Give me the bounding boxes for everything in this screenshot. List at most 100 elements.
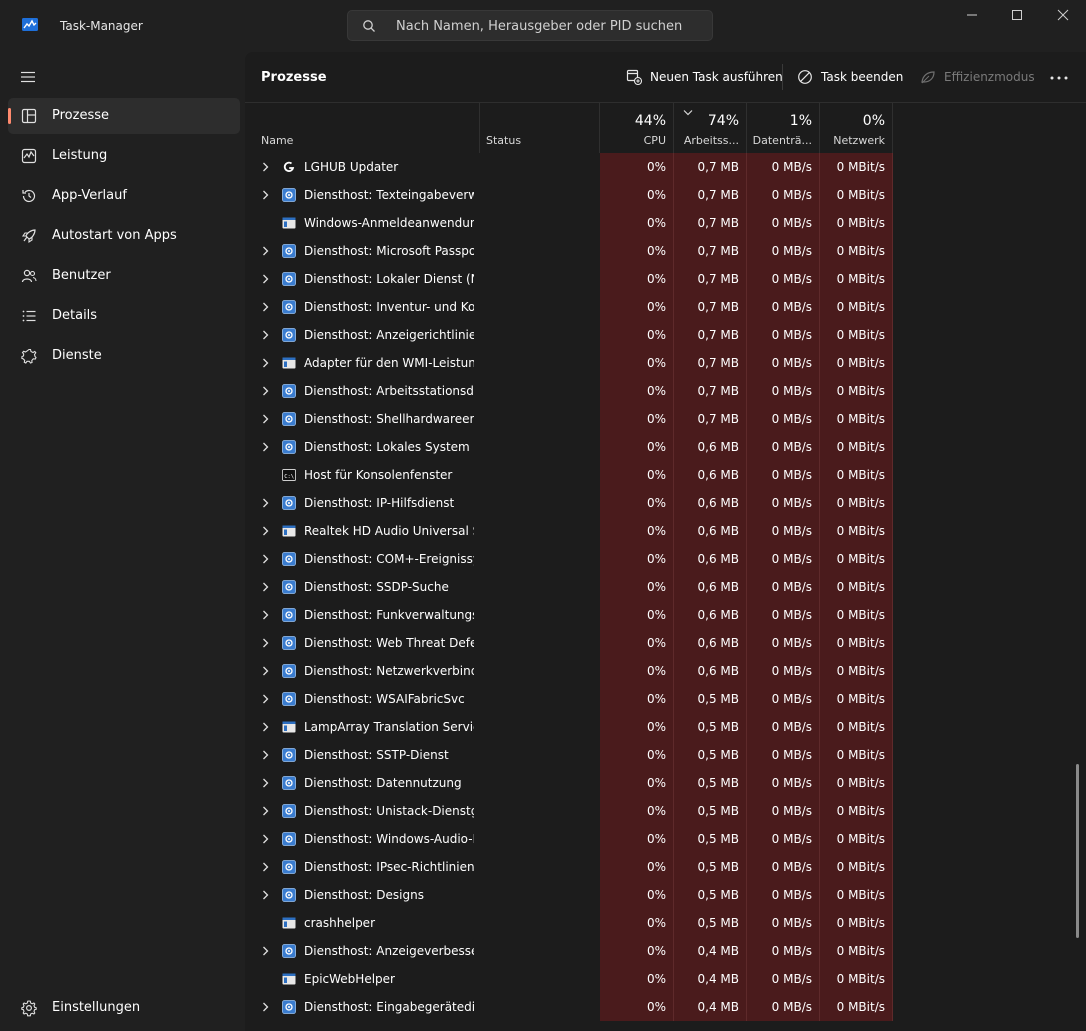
sidebar-item-benutzer[interactable]: Benutzer [8,258,240,294]
process-cpu: 0% [600,321,674,349]
chevron-right-icon[interactable] [262,778,269,788]
chevron-right-icon[interactable] [262,162,269,172]
search-input[interactable] [394,11,698,42]
process-row[interactable]: Diensthost: Designs 0% 0,5 MB 0 MB/s 0 MBit/… [245,881,1086,909]
process-row[interactable]: Diensthost: Inventur- und Ko... 0% 0,7 MB 0… [245,293,1086,321]
end-task-button[interactable]: Task beenden [797,66,903,88]
sidebar-item-app-verlauf[interactable]: App-Verlauf [8,178,240,214]
process-row[interactable]: Diensthost: Lokales System 0% 0,6 MB 0 MB/s… [245,433,1086,461]
column-header-network[interactable]: 0% Netzwerk [820,103,892,153]
process-row[interactable]: Diensthost: Unistack-Dienstgr... 0%0,5 MB… [245,797,1086,825]
efficiency-mode-button[interactable]: Effizienzmodus [920,66,1035,88]
process-network: 0 MBit/s [820,825,893,853]
sidebar-item-prozesse[interactable]: Prozesse [8,98,240,134]
settings-label: Einstellungen [52,1000,141,1015]
more-options-icon[interactable] [1050,76,1068,80]
chevron-right-icon[interactable] [262,554,269,564]
search-box[interactable] [347,10,713,42]
chevron-right-icon[interactable] [262,526,269,536]
process-status [480,377,599,405]
chevron-right-icon[interactable] [262,246,269,256]
process-row[interactable]: Diensthost: Shellhardwareerke... 0%0,7 MB… [245,405,1086,433]
process-row[interactable]: Diensthost: WSAIFabricSvc 0% 0,5 MB 0 MB/s 0… [245,685,1086,713]
chevron-right-icon[interactable] [262,890,269,900]
process-status [480,181,599,209]
process-row[interactable]: Diensthost: IPsec-Richtlinien-... 0% 0,5 M… [245,853,1086,881]
vertical-scrollbar[interactable] [1076,764,1079,938]
column-header-status[interactable]: Status [480,103,599,153]
process-cpu: 0% [600,489,674,517]
process-status [480,937,599,965]
maximize-button[interactable] [1005,6,1029,26]
chevron-right-icon[interactable] [262,442,269,452]
hamburger-menu-icon[interactable] [20,70,36,84]
process-row[interactable]: EpicWebHelper 0% 0,4 MB 0 MB/s 0 MBit/s [245,965,1086,993]
process-row[interactable]: Diensthost: SSTP-Dienst 0% 0,5 MB 0 MB/s 0 M… [245,741,1086,769]
process-cpu: 0% [600,405,674,433]
process-memory: 0,7 MB [674,321,747,349]
chevron-right-icon[interactable] [262,806,269,816]
sidebar-item-dienste[interactable]: Dienste [8,338,240,374]
process-row[interactable]: Diensthost: Anzeigeverbesseru... 0%0,4 MB… [245,937,1086,965]
process-row[interactable]: Diensthost: Web Threat Defen...0%0,6 MB0… [245,629,1086,657]
process-row[interactable]: Diensthost: COM+-Ereignissys...0%0,6 MB0… [245,545,1086,573]
chevron-right-icon[interactable] [262,694,269,704]
chevron-right-icon[interactable] [262,330,269,340]
process-row[interactable]: LampArray Translation Service 0% 0,5 MB 0 M… [245,713,1086,741]
chevron-right-icon[interactable] [262,666,269,676]
column-header-cpu[interactable]: 44% CPU [600,103,673,153]
process-row[interactable]: Diensthost: Windows-Audio-E... 0% 0,5 MB 0 … [245,825,1086,853]
chevron-right-icon[interactable] [262,722,269,732]
close-button[interactable] [1051,6,1075,26]
sidebar-item-details[interactable]: Details [8,298,240,334]
process-row[interactable]: Windows-Anmeldeanwendung 0% 0,7 MB 0 MB/s 0 … [245,209,1086,237]
process-row[interactable]: Diensthost: Lokaler Dienst (Ne... 0%0,7 M… [245,265,1086,293]
chevron-right-icon[interactable] [262,386,269,396]
process-row[interactable]: Diensthost: Texteingabeverwal... 0%0,7 MB… [245,181,1086,209]
process-row[interactable]: Diensthost: Microsoft Passport 0% 0,7 MB 0 … [245,237,1086,265]
column-header-disk[interactable]: 1% Datenträ... [747,103,819,153]
chevron-right-icon[interactable] [262,638,269,648]
process-row[interactable]: crashhelper 0% 0,5 MB 0 MB/s 0 MBit/s [245,909,1086,937]
chevron-right-icon[interactable] [262,862,269,872]
process-disk: 0 MB/s [747,769,820,797]
process-row[interactable]: Diensthost: SSDP-Suche 0% 0,6 MB 0 MB/s 0 MB… [245,573,1086,601]
chevron-right-icon[interactable] [262,274,269,284]
chevron-right-icon[interactable] [262,302,269,312]
column-header-name[interactable]: Name [245,103,479,153]
chevron-right-icon[interactable] [262,582,269,592]
process-row[interactable]: LGHUB Updater 0% 0,7 MB 0 MB/s 0 MBit/s [245,153,1086,181]
chevron-right-icon[interactable] [262,190,269,200]
chevron-right-icon[interactable] [262,1002,269,1012]
process-row[interactable]: Diensthost: Anzeigerichtlinien... 0%0,7 M… [245,321,1086,349]
process-name: LampArray Translation Service [304,720,474,734]
process-row[interactable]: Realtek HD Audio Universal Se... 0%0,6 MB… [245,517,1086,545]
process-row[interactable]: Diensthost: Funkverwaltungsd...0%0,6 MB0… [245,601,1086,629]
process-cpu: 0% [600,825,674,853]
service-host-icon [282,804,296,818]
chevron-right-icon[interactable] [262,358,269,368]
column-header-memory[interactable]: 74% Arbeitss... [674,103,746,153]
chevron-right-icon[interactable] [262,946,269,956]
process-row[interactable]: Diensthost: IP-Hilfsdienst 0% 0,6 MB 0 MB/s… [245,489,1086,517]
new-task-button[interactable]: Neuen Task ausführen [626,66,783,88]
process-row[interactable]: Diensthost: Datennutzung 0% 0,5 MB 0 MB/s 0 … [245,769,1086,797]
process-row[interactable]: Adapter für den WMI-Leistun... 0% 0,7 MB 0 … [245,349,1086,377]
process-row[interactable]: Diensthost: Arbeitsstationsdie... 0%0,7 M… [245,377,1086,405]
sidebar-item-autostart[interactable]: Autostart von Apps [8,218,240,254]
process-row[interactable]: Diensthost: Netzwerkverbindu...0%0,6 MB0… [245,657,1086,685]
process-memory: 0,6 MB [674,573,747,601]
sidebar-item-leistung[interactable]: Leistung [8,138,240,174]
chevron-right-icon[interactable] [262,750,269,760]
chevron-right-icon[interactable] [262,498,269,508]
sidebar-item-einstellungen[interactable]: Einstellungen [8,990,240,1026]
minimize-button[interactable] [960,6,984,26]
process-row[interactable]: Diensthost: Eingabegerätedienst0%0,4 MB0… [245,993,1086,1021]
process-network: 0 MBit/s [820,405,893,433]
process-memory: 0,6 MB [674,489,747,517]
process-row[interactable]: C:\ Host für Konsolenfenster 0% 0,6 MB 0 MB/… [245,461,1086,489]
sidebar-item-label: Benutzer [52,268,111,283]
chevron-right-icon[interactable] [262,414,269,424]
chevron-right-icon[interactable] [262,610,269,620]
chevron-right-icon[interactable] [262,834,269,844]
